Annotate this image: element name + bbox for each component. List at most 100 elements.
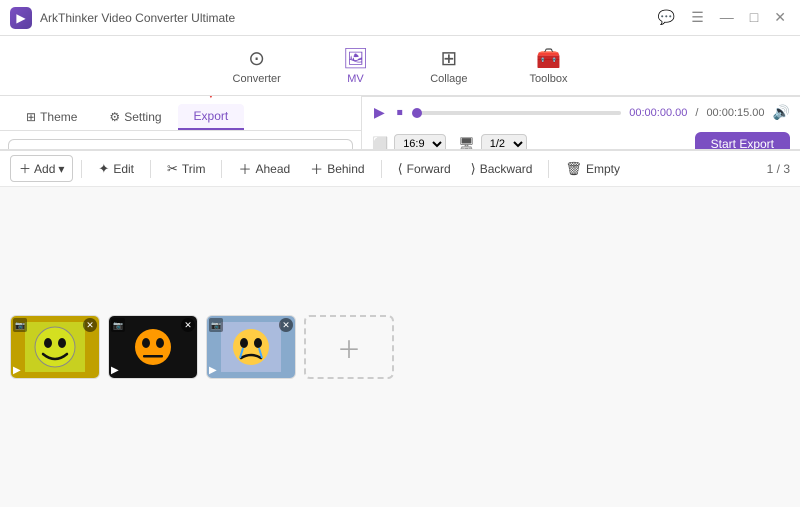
ahead-icon: ＋ [238, 159, 251, 178]
start-export-right-button[interactable]: Start Export [695, 132, 790, 149]
timeline-item-2[interactable]: ✕ ▶ 📷 [206, 315, 296, 379]
left-tabs: ⊞ Theme ⚙ Setting ▼ Export [0, 96, 361, 131]
backward-label: Backward [480, 162, 533, 176]
nav-toolbox[interactable]: 🧰 Toolbox [514, 42, 584, 89]
clip-2-play[interactable]: ▶ [209, 365, 217, 376]
add-clip-placeholder[interactable]: ＋ [304, 315, 394, 379]
timeline-item-0[interactable]: ✕ ▶ 📷 [10, 315, 100, 379]
window-controls: 💬 ☰ — □ ✕ [654, 7, 790, 28]
collage-icon: ⊞ [440, 46, 457, 71]
player-controls-row2: ⬜ 16:9 4:3 1:1 🖥 1/2 1/1 2/1 Start Expor… [362, 128, 800, 149]
main-navigation: ⊙ Converter 🖼 MV ⊞ Collage 🧰 Toolbox [0, 36, 800, 96]
add-chevron: ▾ [58, 162, 64, 176]
empty-icon: 🗑 [565, 161, 582, 177]
nav-converter[interactable]: ⊙ Converter [217, 42, 297, 89]
title-bar: ▶ ArkThinker Video Converter Ultimate 💬 … [0, 0, 800, 36]
clip-1-thumb-icon: 📷 [111, 318, 125, 332]
backward-icon: ⟩ [471, 161, 476, 177]
bottom-section: ＋ Add ▾ ✦ Edit ✂ Trim ＋ Ahead ＋ Behind [0, 149, 800, 507]
nav-collage[interactable]: ⊞ Collage [414, 42, 483, 89]
clip-0-thumb-icon: 📷 [13, 318, 27, 332]
close-button[interactable]: ✕ [770, 7, 790, 28]
time-separator: / [695, 107, 698, 119]
settings-form: Name: New MV.gif ✏ Format: GIF MP4 AVI F… [8, 139, 353, 149]
divider-2 [150, 160, 151, 178]
divider-1 [81, 160, 82, 178]
play-button[interactable]: ▶ [372, 102, 387, 123]
toolbox-icon: 🧰 [536, 46, 561, 71]
empty-button[interactable]: 🗑 Empty [557, 157, 628, 181]
theme-tab-label: Theme [40, 110, 77, 124]
divider-3 [221, 160, 222, 178]
forward-label: Forward [407, 162, 451, 176]
clip-2-close[interactable]: ✕ [279, 318, 293, 332]
minimize-button[interactable]: — [716, 7, 738, 28]
forward-button[interactable]: ⟨ Forward [390, 157, 459, 181]
time-total: 00:00:15.00 [706, 107, 764, 119]
nav-collage-label: Collage [430, 73, 467, 85]
add-icon: ＋ [19, 160, 31, 177]
tab-theme[interactable]: ⊞ Theme [10, 104, 93, 130]
mv-icon: 🖼 [343, 46, 368, 71]
empty-label: Empty [586, 162, 620, 176]
nav-toolbox-label: Toolbox [530, 73, 568, 85]
converter-icon: ⊙ [248, 46, 265, 71]
progress-bar[interactable] [413, 111, 621, 115]
ahead-label: Ahead [255, 162, 290, 176]
app-title: ArkThinker Video Converter Ultimate [40, 11, 654, 25]
edit-button[interactable]: ✦ Edit [90, 157, 142, 181]
export-tab-label: Export [194, 109, 229, 123]
progress-dot [412, 108, 422, 118]
volume-icon[interactable]: 🔊 [773, 104, 790, 121]
forward-icon: ⟨ [398, 161, 403, 177]
app-icon: ▶ [10, 7, 32, 29]
zoom-select[interactable]: 1/2 1/1 2/1 [481, 134, 527, 149]
chat-icon[interactable]: 💬 [654, 7, 679, 28]
trim-button[interactable]: ✂ Trim [159, 157, 213, 181]
page-counter: 1 / 3 [767, 162, 790, 176]
left-panel: ⊞ Theme ⚙ Setting ▼ Export Name: New MV.… [0, 96, 362, 149]
add-label: Add [34, 162, 55, 176]
behind-icon: ＋ [310, 159, 323, 178]
bottom-toolbar: ＋ Add ▾ ✦ Edit ✂ Trim ＋ Ahead ＋ Behind [0, 150, 800, 186]
aspect-ratio-select[interactable]: 16:9 4:3 1:1 [394, 134, 446, 149]
nav-mv-label: MV [347, 73, 364, 85]
divider-5 [548, 160, 549, 178]
clip-1-close[interactable]: ✕ [181, 318, 195, 332]
clip-1-play[interactable]: ▶ [111, 365, 119, 376]
add-button[interactable]: ＋ Add ▾ [10, 155, 73, 182]
add-clip-icon: ＋ [337, 330, 361, 365]
backward-button[interactable]: ⟩ Backward [463, 157, 541, 181]
tab-setting[interactable]: ⚙ Setting [93, 104, 177, 130]
panels-row: ⊞ Theme ⚙ Setting ▼ Export Name: New MV.… [0, 96, 800, 149]
nav-converter-label: Converter [233, 73, 281, 85]
edit-icon: ✦ [98, 161, 109, 177]
time-current: 00:00:00.00 [629, 107, 687, 119]
zoom-icon: 🖥 [458, 136, 475, 149]
export-tab-arrow: ▼ [202, 96, 220, 103]
trim-icon: ✂ [167, 161, 178, 177]
clip-2-thumb-icon: 📷 [209, 318, 223, 332]
nav-mv[interactable]: 🖼 MV [327, 42, 384, 89]
menu-icon[interactable]: ☰ [687, 7, 708, 28]
trim-label: Trim [182, 162, 206, 176]
aspect-ratio-icon: ⬜ [372, 136, 388, 149]
maximize-button[interactable]: □ [746, 7, 762, 28]
clip-0-close[interactable]: ✕ [83, 318, 97, 332]
timeline: ✕ ▶ 📷 ✕ ▶ 📷 [0, 186, 800, 507]
behind-button[interactable]: ＋ Behind [302, 155, 372, 182]
player-controls: ▶ ⏹ 00:00:00.00 / 00:00:15.00 🔊 [362, 96, 800, 128]
clip-2-thumb [221, 322, 281, 372]
setting-tab-icon: ⚙ [109, 110, 120, 124]
clip-1-thumb [123, 322, 183, 372]
clip-0-play[interactable]: ▶ [13, 365, 21, 376]
divider-4 [381, 160, 382, 178]
setting-tab-label: Setting [124, 110, 161, 124]
clip-0-thumb [25, 322, 85, 372]
behind-label: Behind [327, 162, 364, 176]
right-panel: ▶ ⏹ 00:00:00.00 / 00:00:15.00 🔊 ⬜ 16:9 4… [362, 96, 800, 149]
tab-export[interactable]: ▼ Export [178, 104, 245, 130]
stop-button[interactable]: ⏹ [395, 103, 405, 122]
ahead-button[interactable]: ＋ Ahead [230, 155, 298, 182]
timeline-item-1[interactable]: ✕ ▶ 📷 [108, 315, 198, 379]
